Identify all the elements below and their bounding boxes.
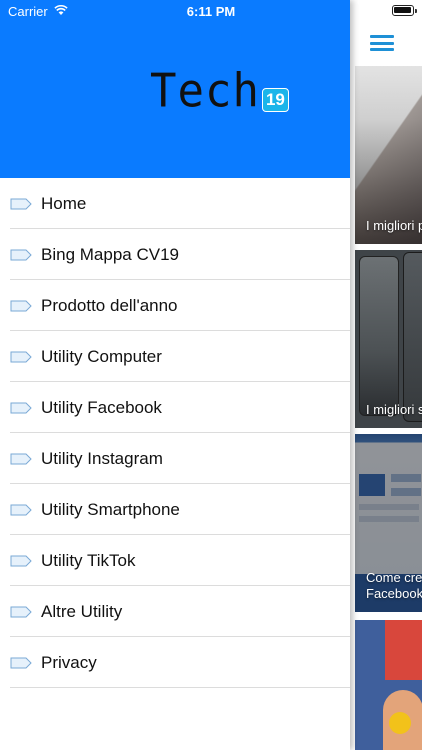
tag-icon <box>10 453 32 464</box>
tag-icon <box>10 657 32 668</box>
tag-icon <box>10 351 32 362</box>
menu-item-utility-computer[interactable]: Utility Computer <box>0 331 350 382</box>
menu-item-label: Prodotto dell'anno <box>41 295 178 315</box>
hamburger-menu-icon[interactable] <box>370 34 394 52</box>
article-title: Come cre Facebook <box>366 570 422 601</box>
menu-item-label: Bing Mappa CV19 <box>41 244 179 264</box>
drawer-header: Tech 19 <box>0 0 350 178</box>
menu-item-label: Privacy <box>41 652 97 672</box>
clock-time: 6:11 PM <box>186 4 236 19</box>
tag-icon <box>10 249 32 260</box>
menu-item-prodotto[interactable]: Prodotto dell'anno <box>0 280 350 331</box>
menu-item-label: Utility Instagram <box>41 448 163 468</box>
status-bar: Carrier 6:11 PM <box>0 0 422 22</box>
menu-item-label: Altre Utility <box>41 601 123 621</box>
tag-icon <box>10 555 32 566</box>
app-logo: Tech 19 <box>150 64 289 119</box>
menu-item-utility-tiktok[interactable]: Utility TikTok <box>0 535 350 586</box>
menu-item-home[interactable]: Home <box>0 178 350 229</box>
menu-item-label: Utility Smartphone <box>41 499 180 519</box>
article-title: I migliori p <box>366 218 422 233</box>
menu-item-privacy[interactable]: Privacy <box>0 637 350 688</box>
side-menu-drawer: Tech 19 Home Bing Mappa CV19 Prodotto de… <box>0 0 350 750</box>
article-card[interactable]: Come cre Facebook <box>355 434 422 612</box>
menu-item-label: Utility Computer <box>41 346 162 366</box>
tag-icon <box>10 504 32 515</box>
menu-item-utility-smartphone[interactable]: Utility Smartphone <box>0 484 350 535</box>
logo-text: Tech <box>150 64 260 119</box>
menu-item-label: Utility TikTok <box>41 550 136 570</box>
tag-icon <box>10 606 32 617</box>
article-card[interactable] <box>355 620 422 750</box>
article-card[interactable]: I migliori p <box>355 66 422 244</box>
menu-item-label: Utility Facebook <box>41 397 162 417</box>
article-title: I migliori s <box>366 402 422 417</box>
logo-badge: 19 <box>261 88 289 112</box>
menu-item-utility-facebook[interactable]: Utility Facebook <box>0 382 350 433</box>
menu-list: Home Bing Mappa CV19 Prodotto dell'anno … <box>0 178 350 688</box>
article-feed-screen: I migliori p I migliori s Come cre Faceb… <box>350 0 422 750</box>
tag-icon <box>10 300 32 311</box>
menu-item-altre-utility[interactable]: Altre Utility <box>0 586 350 637</box>
menu-item-bing-mappa[interactable]: Bing Mappa CV19 <box>0 229 350 280</box>
article-card[interactable]: I migliori s <box>355 250 422 428</box>
tag-icon <box>10 402 32 413</box>
menu-item-utility-instagram[interactable]: Utility Instagram <box>0 433 350 484</box>
menu-item-label: Home <box>41 193 87 213</box>
tag-icon <box>10 198 32 209</box>
